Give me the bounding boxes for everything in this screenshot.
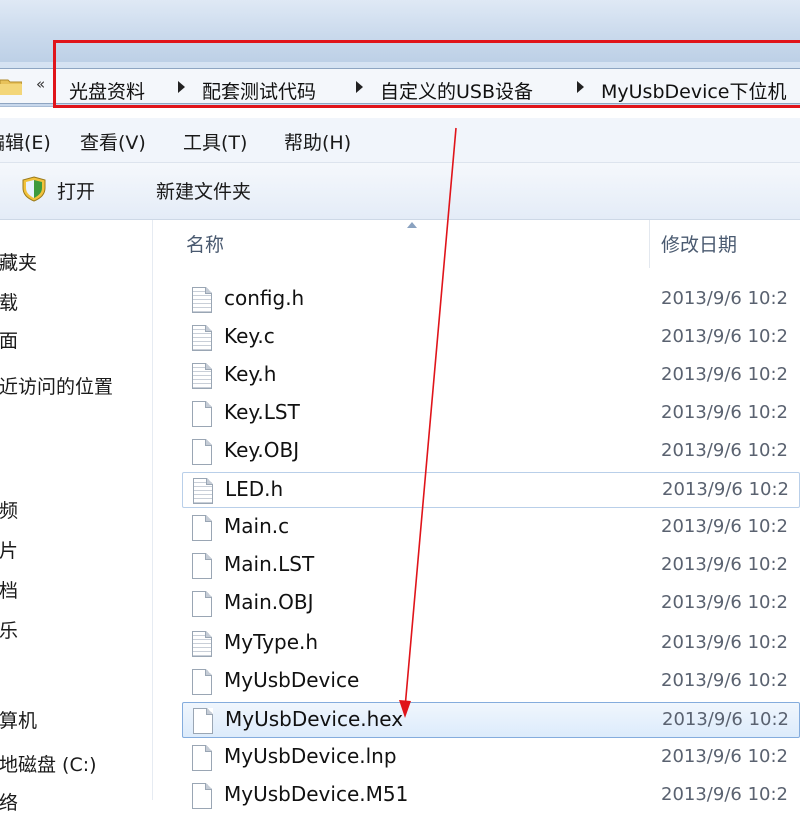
file-row[interactable]: Key.c 2013/9/6 10:2: [152, 320, 800, 356]
file-name: Key.c: [224, 324, 275, 348]
file-icon: [192, 669, 212, 695]
new-folder-button[interactable]: 新建文件夹: [156, 177, 251, 204]
text-file-icon: [192, 363, 212, 389]
file-row[interactable]: Main.c 2013/9/6 10:2: [152, 510, 800, 546]
navigation-pane: 收藏夹 下载 桌面 最近访问的位置 库 视频 图片 文档 音乐 计算机 本地磁盘…: [0, 220, 153, 814]
file-date: 2013/9/6 10:2: [661, 364, 788, 385]
history-chevron-icon[interactable]: «: [36, 75, 45, 93]
shield-open-icon[interactable]: [22, 176, 46, 202]
menu-edit[interactable]: 编辑(E): [0, 128, 51, 155]
file-name: MyUsbDevice: [224, 668, 360, 692]
file-row[interactable]: MyType.h 2013/9/6 10:2: [152, 626, 800, 662]
file-name: Main.OBJ: [224, 590, 314, 614]
file-row[interactable]: MyUsbDevice 2013/9/6 10:2: [152, 664, 800, 700]
file-icon: [192, 591, 212, 617]
menu-bar: 编辑(E) 查看(V) 工具(T) 帮助(H): [0, 118, 800, 163]
nav-item-recent-places[interactable]: 最近访问的位置: [0, 372, 113, 399]
file-row[interactable]: MyUsbDevice.M51 2013/9/6 10:2: [152, 778, 800, 814]
column-divider[interactable]: [649, 220, 650, 268]
file-date: 2013/9/6 10:2: [661, 554, 788, 575]
nav-item-favorites[interactable]: 收藏夹: [0, 248, 37, 275]
file-date: 2013/9/6 10:2: [661, 746, 788, 767]
file-name: MyUsbDevice.M51: [224, 782, 409, 806]
file-date: 2013/9/6 10:2: [661, 592, 788, 613]
file-date: 2013/9/6 10:2: [661, 670, 788, 691]
file-icon: [193, 708, 213, 734]
menu-tools[interactable]: 工具(T): [183, 128, 247, 155]
nav-item-computer[interactable]: 计算机: [0, 706, 37, 733]
file-name: config.h: [224, 286, 305, 310]
file-name: Key.OBJ: [224, 438, 300, 462]
file-icon: [192, 439, 212, 465]
column-header-modified[interactable]: 修改日期: [661, 230, 737, 257]
file-name: Key.LST: [224, 400, 300, 424]
file-name: MyUsbDevice.hex: [225, 707, 404, 731]
sort-ascending-icon: [407, 222, 417, 228]
file-row-selected[interactable]: MyUsbDevice.hex 2013/9/6 10:2: [182, 702, 800, 738]
file-date: 2013/9/6 10:2: [661, 784, 788, 805]
file-row[interactable]: Main.OBJ 2013/9/6 10:2: [152, 586, 800, 622]
file-row[interactable]: LED.h 2013/9/6 10:2: [182, 472, 800, 508]
nav-item-music[interactable]: 音乐: [0, 616, 18, 643]
folder-icon: [0, 79, 22, 95]
nav-item-downloads[interactable]: 下载: [0, 288, 18, 315]
nav-item-videos[interactable]: 视频: [0, 496, 18, 523]
file-date: 2013/9/6 10:2: [662, 709, 789, 730]
text-file-icon: [193, 478, 213, 504]
nav-item-pictures[interactable]: 图片: [0, 536, 18, 563]
file-name: MyUsbDevice.lnp: [224, 744, 397, 768]
file-row[interactable]: Key.LST 2013/9/6 10:2: [152, 396, 800, 432]
file-name: MyType.h: [224, 630, 319, 654]
menu-help[interactable]: 帮助(H): [284, 128, 351, 155]
file-list: 名称 修改日期 config.h 2013/9/6 10:2 Key.c 201…: [152, 220, 800, 809]
annotation-highlight-box: [53, 40, 800, 108]
file-row[interactable]: Main.LST 2013/9/6 10:2: [152, 548, 800, 584]
text-file-icon: [192, 325, 212, 351]
file-date: 2013/9/6 10:2: [661, 440, 788, 461]
file-name: Main.c: [224, 514, 290, 538]
file-date: 2013/9/6 10:2: [661, 402, 788, 423]
file-icon: [192, 515, 212, 541]
text-file-icon: [192, 287, 212, 313]
file-row[interactable]: Key.OBJ 2013/9/6 10:2: [152, 434, 800, 470]
open-button[interactable]: 打开: [57, 177, 95, 204]
nav-item-network[interactable]: 网络: [0, 788, 18, 815]
nav-item-desktop[interactable]: 桌面: [0, 326, 18, 353]
file-date: 2013/9/6 10:2: [661, 326, 788, 347]
file-date: 2013/9/6 10:2: [661, 516, 788, 537]
file-icon: [192, 745, 212, 771]
file-row[interactable]: Key.h 2013/9/6 10:2: [152, 358, 800, 394]
toolbar: 打开 新建文件夹: [0, 163, 800, 220]
text-file-icon: [192, 631, 212, 657]
file-row[interactable]: config.h 2013/9/6 10:2: [152, 282, 800, 318]
column-header-name[interactable]: 名称: [186, 230, 224, 257]
file-name: Key.h: [224, 362, 277, 386]
file-icon: [192, 553, 212, 579]
nav-item-documents[interactable]: 文档: [0, 576, 18, 603]
file-row[interactable]: MyUsbDevice.lnp 2013/9/6 10:2: [152, 740, 800, 776]
file-date: 2013/9/6 10:2: [662, 479, 789, 500]
file-date: 2013/9/6 10:2: [661, 288, 788, 309]
nav-item-local-disk-c[interactable]: 本地磁盘 (C:): [0, 750, 97, 777]
file-icon: [192, 783, 212, 809]
file-date: 2013/9/6 10:2: [661, 632, 788, 653]
menu-view[interactable]: 查看(V): [80, 128, 146, 155]
file-icon: [192, 401, 212, 427]
file-name: Main.LST: [224, 552, 315, 576]
file-name: LED.h: [225, 477, 284, 501]
